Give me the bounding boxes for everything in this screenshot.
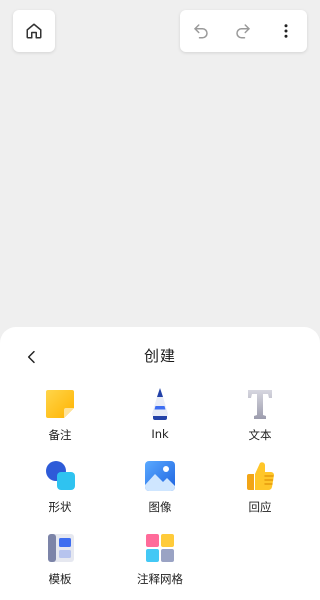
option-label: 备注 (48, 428, 72, 442)
undo-button[interactable] (180, 10, 222, 52)
more-vertical-icon (284, 24, 287, 38)
option-label: 文本 (248, 428, 272, 442)
shapes-icon (43, 459, 77, 493)
more-button[interactable] (264, 10, 307, 52)
option-annotation-grid[interactable]: 注释网格 (120, 531, 200, 593)
option-template[interactable]: 模板 (20, 531, 100, 593)
whiteboard-canvas[interactable]: 创建 备注 Ink 文本 形状 图像 回应 模板 注释网格 (0, 0, 320, 600)
option-label: 图像 (148, 500, 172, 514)
option-label: 注释网格 (137, 572, 183, 586)
option-sticky-note[interactable]: 备注 (20, 387, 100, 449)
option-label: 回应 (248, 500, 272, 514)
option-label: 形状 (48, 500, 72, 514)
create-sheet: 创建 备注 Ink 文本 形状 图像 回应 模板 注释网格 (0, 327, 320, 600)
option-image[interactable]: 图像 (120, 459, 200, 521)
sheet-title: 创建 (143, 347, 176, 365)
redo-button[interactable] (222, 10, 264, 52)
option-text[interactable]: 文本 (220, 387, 300, 449)
option-shapes[interactable]: 形状 (20, 459, 100, 521)
sticky-note-icon (43, 387, 77, 421)
ink-pen-icon (143, 387, 177, 421)
home-icon (26, 23, 42, 39)
option-ink[interactable]: Ink (120, 387, 200, 449)
redo-icon (236, 24, 250, 39)
option-label: 模板 (48, 572, 72, 586)
home-button[interactable] (13, 10, 55, 52)
text-icon (243, 387, 277, 421)
option-label: Ink (151, 427, 169, 441)
top-toolbar (180, 10, 307, 52)
annotation-grid-icon (143, 531, 177, 565)
option-reaction[interactable]: 回应 (220, 459, 300, 521)
image-icon (143, 459, 177, 493)
thumbs-up-icon (243, 459, 277, 493)
template-icon (43, 531, 77, 565)
undo-icon (194, 24, 208, 39)
